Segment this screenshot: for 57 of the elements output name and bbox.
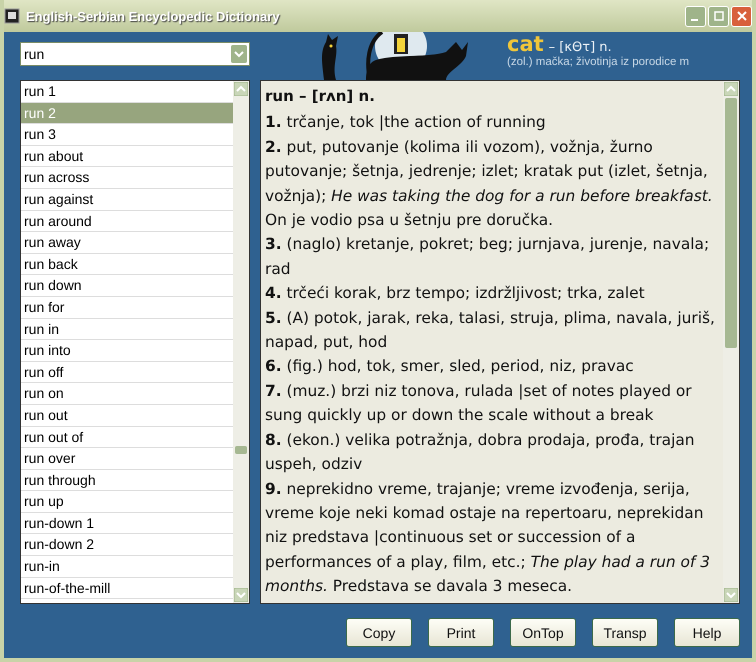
- word-list-item[interactable]: run out: [21, 404, 233, 426]
- sense-definition: 7. (muz.) brzi niz tonova, rulada |set of notes played or sung quickly up or down the scale without a break: [265, 380, 693, 426]
- minimize-icon: [690, 19, 698, 21]
- word-list-item[interactable]: run on: [21, 383, 233, 405]
- word-list-item[interactable]: run-down 1: [21, 512, 233, 534]
- word-list-item[interactable]: run out of: [21, 426, 233, 448]
- scrollbar[interactable]: [233, 81, 249, 603]
- scroll-down-icon[interactable]: [234, 588, 248, 602]
- close-icon: [736, 10, 748, 22]
- scroll-thumb[interactable]: [725, 98, 737, 348]
- sense-definition: 5. (A) potok, jarak, reka, talasi, struja, plima, navala, juriš, napad, put, hod: [265, 308, 716, 354]
- book-icon: [4, 8, 20, 24]
- sense-definition: 2. put, putovanje (kolima ili vozom), vožnja, žurno putovanje; šetnja, jedrenje; izlet; kratak put (izlet, šetnja, vožnja); He was taking the dog for a run before breakfast. On je vodio psa u šetnju pre doručka.: [265, 136, 714, 232]
- word-list-item[interactable]: run across: [21, 167, 233, 189]
- maximize-icon: [712, 10, 724, 22]
- action-button[interactable]: Copy: [346, 618, 412, 647]
- word-list-item[interactable]: run back: [21, 254, 233, 276]
- word-list-item[interactable]: run over: [21, 448, 233, 470]
- word-list-item[interactable]: run-in: [21, 556, 233, 578]
- word-list-item[interactable]: run about: [21, 146, 233, 168]
- window-title: English-Serbian Encyclopedic Dictionary: [26, 8, 280, 24]
- sense-definition: 4. trčeći korak, brz tempo; izdržljivost; trka, zalet: [265, 283, 646, 304]
- word-list-item[interactable]: run-down 2: [21, 534, 233, 556]
- minimize-button[interactable]: [685, 6, 706, 26]
- close-button[interactable]: [731, 6, 752, 26]
- word-list-item[interactable]: run for: [21, 296, 233, 319]
- search-field[interactable]: run: [20, 42, 250, 66]
- sense-definition: 6. (fig.) hod, tok, smer, sled, period, niz, pravac: [265, 356, 635, 378]
- action-button[interactable]: Print: [428, 618, 494, 647]
- scroll-up-icon[interactable]: [724, 82, 738, 96]
- sense-definition: 9. neprekidno vreme, trajanje; vreme izvođenja, serija, vreme koje neki komad ostaje na repertoaru, neprekidan niz predstava |continuous set or succession of a performances of a play, film, etc.; The play had a run of 3 months. Predstava se davala 3 meseca.: [265, 478, 712, 598]
- banner-pronunciation: – [κΘτ] n.: [548, 40, 612, 55]
- word-list-item[interactable]: run into: [21, 340, 233, 362]
- word-list-item[interactable]: run through: [21, 470, 233, 492]
- banner-definition: (zol.) mačka; životinja iz porodice m: [507, 56, 690, 68]
- entry-pronunciation: – [rʌn] n.: [299, 87, 375, 105]
- entry-headword: run: [265, 87, 294, 105]
- action-button[interactable]: OnTop: [510, 618, 576, 647]
- word-list-item[interactable]: run-of-the-mill: [21, 578, 233, 600]
- word-list-item[interactable]: run around: [21, 210, 233, 232]
- scroll-down-icon[interactable]: [724, 588, 738, 602]
- word-list-item[interactable]: run in: [21, 318, 233, 340]
- banner-headword: cat: [507, 32, 544, 56]
- action-button[interactable]: Help: [674, 618, 740, 647]
- maximize-button[interactable]: [708, 6, 729, 26]
- word-list-item[interactable]: run up: [21, 491, 233, 513]
- action-button[interactable]: Transp: [592, 618, 658, 647]
- word-list-item[interactable]: run off: [21, 362, 233, 384]
- word-list-item[interactable]: run down: [21, 275, 233, 297]
- sense-definition: 1. trčanje, tok |the action of running: [265, 112, 547, 134]
- scroll-up-icon[interactable]: [234, 82, 248, 96]
- scrollbar[interactable]: [723, 81, 739, 603]
- word-list-item[interactable]: run against: [21, 188, 233, 211]
- word-list-item[interactable]: run away: [21, 232, 233, 254]
- scroll-thumb[interactable]: [235, 446, 247, 454]
- word-list-item[interactable]: run 3: [21, 124, 233, 146]
- dropdown-caret-icon[interactable]: [231, 45, 247, 63]
